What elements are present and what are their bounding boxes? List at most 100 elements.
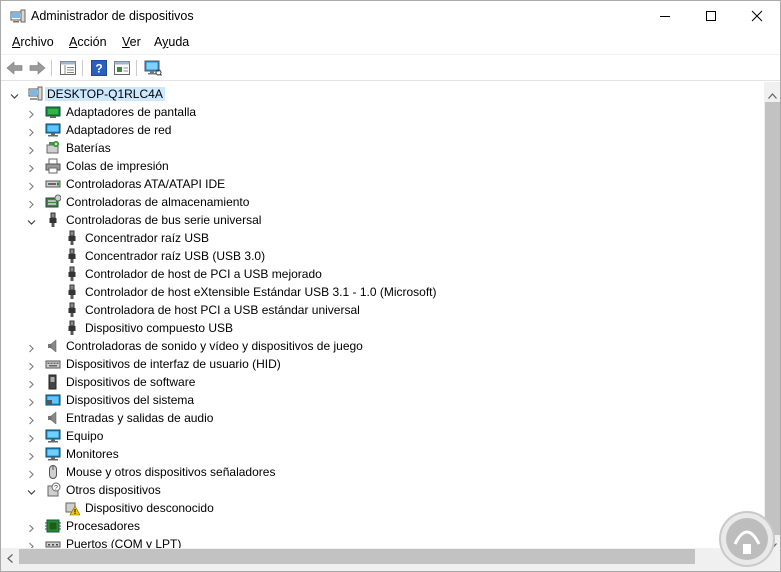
- tree-item-label: Controladoras de almacenamiento: [66, 195, 250, 209]
- storage-controller-icon: [45, 194, 62, 210]
- toolbar-separator: [82, 60, 83, 76]
- minimize-button[interactable]: [642, 1, 688, 31]
- software-device-icon: [45, 374, 61, 390]
- menu-archivo[interactable]: Archivo: [12, 35, 54, 49]
- battery-icon: [45, 140, 61, 156]
- tree-category-row[interactable]: Controladoras ATA/ATAPI IDE: [1, 175, 761, 193]
- tree-item-label: Dispositivos de interfaz de usuario (HID…: [66, 357, 281, 371]
- title-bar[interactable]: Administrador de dispositivos: [1, 1, 780, 32]
- tree-category-row[interactable]: Monitores: [1, 445, 761, 463]
- expand-chevron-icon[interactable]: [27, 342, 36, 353]
- scan-hardware-icon: [144, 60, 162, 76]
- tree-item-label: Controladoras de sonido y vídeo y dispos…: [66, 339, 363, 353]
- tree-root-label: DESKTOP-Q1RLC4A: [45, 87, 165, 101]
- expand-chevron-icon[interactable]: [27, 378, 36, 389]
- expand-chevron-icon[interactable]: [27, 396, 36, 407]
- tree-category-row[interactable]: Procesadores: [1, 517, 761, 535]
- back-button[interactable]: [5, 59, 25, 77]
- tree-category-row[interactable]: Controladoras de almacenamiento: [1, 193, 761, 211]
- toolbar-separator: [136, 60, 137, 76]
- expand-chevron-icon[interactable]: [27, 198, 36, 209]
- expand-chevron-icon[interactable]: [27, 468, 36, 479]
- tree-item-label: Concentrador raíz USB (USB 3.0): [85, 249, 266, 263]
- expand-chevron-icon[interactable]: [27, 180, 36, 191]
- show-hide-tree-button[interactable]: [58, 59, 78, 77]
- tree-root-row[interactable]: DESKTOP-Q1RLC4A: [1, 85, 761, 103]
- expand-chevron-icon[interactable]: [27, 522, 36, 533]
- horizontal-scrollbar[interactable]: [1, 548, 764, 565]
- tree-category-row[interactable]: Colas de impresión: [1, 157, 761, 175]
- svg-text:?: ?: [95, 62, 102, 76]
- network-adapter-icon: [45, 122, 61, 138]
- usb-icon: [64, 320, 80, 336]
- tree-category-row[interactable]: Adaptadores de red: [1, 121, 761, 139]
- expand-chevron-icon[interactable]: [27, 432, 36, 443]
- device-manager-window: Administrador de dispositivos Archivo Ac…: [0, 0, 781, 572]
- tree-device-row[interactable]: Concentrador raíz USB: [1, 229, 761, 247]
- usb-icon: [64, 302, 80, 318]
- menu-accion[interactable]: Acción: [69, 35, 107, 49]
- tree-item-label: Dispositivos de software: [66, 375, 196, 389]
- processor-icon: [45, 518, 61, 534]
- expand-chevron-icon[interactable]: [27, 162, 36, 173]
- menu-accion-rest: cción: [77, 35, 107, 49]
- device-tree[interactable]: DESKTOP-Q1RLC4A Adaptadores de pantalla A…: [1, 82, 764, 548]
- tree-item-label: Dispositivo desconocido: [85, 501, 214, 515]
- tree-item-label: Concentrador raíz USB: [85, 231, 210, 245]
- tree-category-row[interactable]: Dispositivos del sistema: [1, 391, 761, 409]
- close-button[interactable]: [734, 1, 780, 31]
- horizontal-scroll-thumb[interactable]: [19, 549, 695, 564]
- scroll-left-arrow-icon[interactable]: [7, 552, 13, 566]
- tree-category-row[interactable]: Entradas y salidas de audio: [1, 409, 761, 427]
- tree-device-row[interactable]: Dispositivo compuesto USB: [1, 319, 761, 337]
- tree-device-row[interactable]: Controlador de host eXtensible Estándar …: [1, 283, 761, 301]
- scroll-up-arrow-icon[interactable]: [768, 88, 777, 102]
- tree-category-row[interactable]: Equipo: [1, 427, 761, 445]
- tree-device-row[interactable]: Dispositivo desconocido: [1, 499, 761, 517]
- back-icon: [6, 61, 23, 75]
- tree-device-row[interactable]: Controlador de host de PCI a USB mejorad…: [1, 265, 761, 283]
- tree-category-row[interactable]: Adaptadores de pantalla: [1, 103, 761, 121]
- collapse-chevron-icon[interactable]: [10, 90, 19, 99]
- scan-hardware-button[interactable]: [143, 59, 163, 77]
- tree-device-row[interactable]: Concentrador raíz USB (USB 3.0): [1, 247, 761, 265]
- expand-chevron-icon[interactable]: [27, 540, 36, 548]
- tree-category-row[interactable]: Mouse y otros dispositivos señaladores: [1, 463, 761, 481]
- toolbar: ?: [1, 54, 780, 81]
- tree-category-row[interactable]: Controladoras de sonido y vídeo y dispos…: [1, 337, 761, 355]
- properties-button[interactable]: [112, 59, 132, 77]
- device-manager-app-icon: [10, 9, 26, 23]
- tree-device-row[interactable]: Controladora de host PCI a USB estándar …: [1, 301, 761, 319]
- tree-category-row[interactable]: Baterías: [1, 139, 761, 157]
- vertical-scrollbar[interactable]: [764, 82, 780, 549]
- collapse-chevron-icon[interactable]: [27, 216, 36, 225]
- vertical-scroll-thumb[interactable]: [765, 102, 780, 535]
- expand-chevron-icon[interactable]: [27, 108, 36, 119]
- tree-category-row[interactable]: Dispositivos de interfaz de usuario (HID…: [1, 355, 761, 373]
- tree-category-row[interactable]: Controladoras de bus serie universal: [1, 211, 761, 229]
- menu-ver-rest: er: [129, 35, 141, 49]
- speaker-icon: [45, 338, 61, 354]
- expand-chevron-icon[interactable]: [27, 414, 36, 425]
- usb-icon: [64, 248, 80, 264]
- expand-chevron-icon[interactable]: [27, 450, 36, 461]
- tree-category-row[interactable]: ? Otros dispositivos: [1, 481, 761, 499]
- tree-item-label: Monitores: [66, 447, 119, 461]
- menu-ver[interactable]: Ver: [122, 35, 141, 49]
- printer-icon: [45, 158, 61, 174]
- tree-item-label: Baterías: [66, 141, 111, 155]
- menu-ayuda[interactable]: Ayuda: [154, 35, 189, 49]
- expand-chevron-icon[interactable]: [27, 144, 36, 155]
- ide-controller-icon: [45, 176, 61, 192]
- usb-icon: [64, 230, 80, 246]
- maximize-button[interactable]: [688, 1, 734, 31]
- forward-button[interactable]: [27, 59, 47, 77]
- tree-category-row[interactable]: Dispositivos de software: [1, 373, 761, 391]
- tree-category-row[interactable]: Puertos (COM y LPT): [1, 535, 761, 548]
- port-icon: [45, 536, 61, 548]
- tree-item-label: Controlador de host de PCI a USB mejorad…: [85, 267, 322, 281]
- collapse-chevron-icon[interactable]: [27, 486, 36, 495]
- expand-chevron-icon[interactable]: [27, 126, 36, 137]
- expand-chevron-icon[interactable]: [27, 360, 36, 371]
- help-button[interactable]: ?: [89, 59, 109, 77]
